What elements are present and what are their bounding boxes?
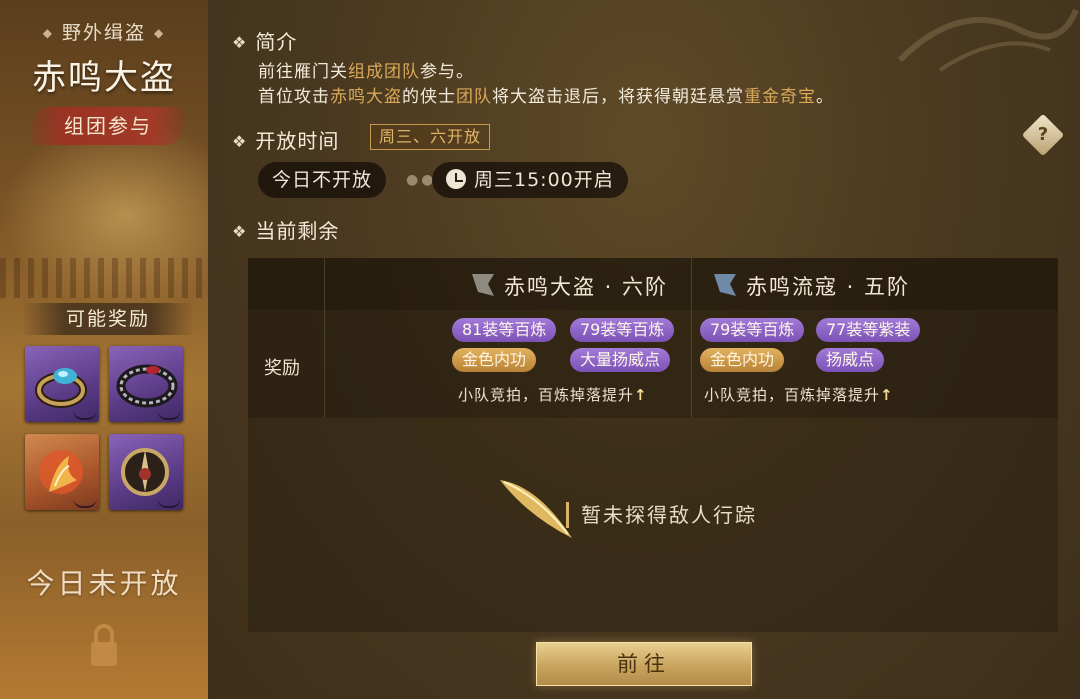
reward-note: 小队竞拍，百炼掉落提升↑ bbox=[458, 384, 648, 405]
reward-item-flame-spirit[interactable] bbox=[25, 434, 99, 510]
enemy-table: 赤鸣大盗 · 六阶 赤鸣流寇 · 五阶 奖励 81装等百炼 79装等百炼 金色内… bbox=[248, 258, 1058, 632]
enemy-name: 赤鸣流寇 · 五阶 bbox=[746, 275, 911, 299]
intro-text: 将大盗击退后，将获得朝廷悬赏 bbox=[492, 87, 744, 107]
intro-line-2: 首位攻击赤鸣大盗的侠士团队将大盗击退后，将获得朝廷悬赏重金奇宝。 bbox=[258, 82, 834, 107]
question-icon: ? bbox=[1037, 124, 1049, 145]
intro-highlight: 重金奇宝 bbox=[744, 87, 816, 107]
go-button[interactable]: 前往 bbox=[536, 642, 752, 686]
reward-item-ring-gem[interactable] bbox=[25, 346, 99, 422]
reward-tag: 79装等百炼 bbox=[700, 318, 805, 342]
reward-tag: 79装等百炼 bbox=[570, 318, 675, 342]
today-status: 今日未开放 bbox=[26, 567, 182, 600]
possible-rewards-header: 可能奖励 bbox=[22, 303, 194, 335]
intro-text: 。 bbox=[816, 87, 834, 107]
reward-note: 小队竞拍，百炼掉落提升↑ bbox=[704, 384, 894, 405]
enemy-column-title-1: 赤鸣大盗 · 六阶 bbox=[468, 270, 668, 301]
remaining-section-title: ❖ 当前剩余 bbox=[232, 215, 339, 244]
help-button[interactable]: ? bbox=[1021, 113, 1065, 157]
reward-tag: 81装等百炼 bbox=[452, 318, 557, 342]
bandit-emblem-icon bbox=[472, 274, 494, 296]
intro-text: 首位攻击 bbox=[258, 87, 330, 107]
reward-item-crest-emblem[interactable] bbox=[109, 434, 183, 510]
reward-row-label: 奖励 bbox=[264, 358, 300, 379]
next-open-text: 周三15:00开启 bbox=[474, 169, 614, 191]
party-mode-tag: 组团参与 bbox=[32, 107, 184, 145]
intro-line-1: 前往雁门关组成团队参与。 bbox=[258, 57, 474, 82]
boss-name: 赤鸣大盗 bbox=[32, 58, 176, 98]
cloud-swirl-ornament bbox=[897, 8, 1079, 72]
column-divider bbox=[324, 258, 325, 418]
category-label: ◆ 野外缉盗 ◆ bbox=[0, 18, 208, 45]
intro-text: 参与。 bbox=[420, 62, 474, 82]
next-open-pill: 周三15:00开启 bbox=[432, 162, 628, 198]
reward-tag: 大量扬威点 bbox=[570, 348, 671, 372]
reward-note-text: 小队竞拍，百炼掉落提升 bbox=[704, 386, 881, 404]
diamond-icon: ◆ bbox=[42, 26, 54, 40]
arrow-up-icon: ↑ bbox=[880, 386, 894, 404]
schedule-badge: 周三、六开放 bbox=[370, 124, 491, 150]
clover-bullet-icon: ❖ bbox=[232, 222, 248, 241]
category-text: 野外缉盗 bbox=[61, 22, 146, 44]
reward-item-ring-bracelet[interactable] bbox=[109, 346, 183, 422]
empty-state-message: 暂未探得敌人行踪 bbox=[566, 502, 757, 528]
reward-tag: 金色内功 bbox=[700, 348, 785, 372]
intro-text: 前往雁门关 bbox=[258, 62, 348, 82]
open-time-title: 开放时间 bbox=[255, 129, 340, 153]
diamond-icon: ◆ bbox=[154, 26, 166, 40]
intro-highlight: 组成团队 bbox=[348, 62, 420, 82]
boss-info-panel: ◆ 野外缉盗 ◆ 赤鸣大盗 组团参与 可能奖励 今日未开放 bbox=[0, 0, 208, 699]
reward-tag: 扬威点 bbox=[816, 348, 885, 372]
bandit-emblem-icon bbox=[714, 274, 736, 296]
clover-bullet-icon: ❖ bbox=[232, 33, 248, 52]
clover-bullet-icon: ❖ bbox=[232, 132, 248, 151]
enemy-column-title-2: 赤鸣流寇 · 五阶 bbox=[710, 270, 910, 301]
reward-tag: 金色内功 bbox=[452, 348, 537, 372]
reward-note-text: 小队竞拍，百炼掉落提升 bbox=[458, 386, 635, 404]
detail-panel: ❖ 简介 前往雁门关组成团队参与。 首位攻击赤鸣大盗的侠士团队将大盗击退后，将获得… bbox=[208, 0, 1080, 699]
open-time-section-title: ❖ 开放时间 bbox=[232, 125, 339, 154]
clock-icon bbox=[446, 169, 466, 189]
cavalry-silhouettes bbox=[0, 258, 208, 298]
intro-section-title: ❖ 简介 bbox=[232, 26, 297, 55]
intro-text: 的侠士 bbox=[402, 87, 456, 107]
column-divider bbox=[691, 258, 692, 418]
intro-highlight: 团队 bbox=[456, 87, 492, 107]
enemy-name: 赤鸣大盗 · 六阶 bbox=[504, 275, 669, 299]
remaining-title: 当前剩余 bbox=[255, 219, 340, 243]
arrow-up-icon: ↑ bbox=[634, 386, 648, 404]
today-closed-pill: 今日不开放 bbox=[258, 162, 387, 198]
reward-tag: 77装等紫装 bbox=[816, 318, 921, 342]
lock-icon bbox=[91, 624, 117, 666]
intro-highlight: 赤鸣大盗 bbox=[330, 87, 402, 107]
intro-title: 简介 bbox=[255, 30, 298, 54]
